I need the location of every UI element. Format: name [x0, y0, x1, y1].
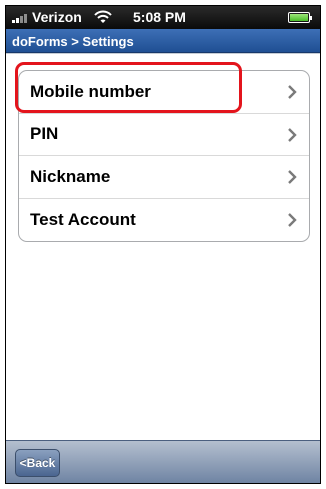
- battery-icon: [288, 12, 312, 23]
- wifi-icon: [94, 10, 112, 23]
- settings-item-pin[interactable]: PIN: [19, 114, 309, 156]
- carrier-name: Verizon: [32, 9, 82, 25]
- clock: 5:08 PM: [133, 9, 186, 25]
- chevron-right-icon: [288, 212, 297, 227]
- settings-content: Mobile number PIN Nickname Test Account: [6, 54, 320, 442]
- phone-screen: Verizon 5:08 PM doForms > Settings Mobil…: [5, 5, 321, 484]
- chevron-right-icon: [288, 170, 297, 184]
- breadcrumb: doForms > Settings: [12, 34, 134, 49]
- bottom-toolbar: <Back: [6, 440, 320, 483]
- settings-item-label: Test Account: [30, 209, 136, 229]
- chevron-right-icon: [288, 127, 297, 142]
- signal-icon: [12, 13, 30, 23]
- settings-list: Mobile number PIN Nickname Test Account: [18, 70, 310, 242]
- settings-item-label: PIN: [30, 124, 59, 144]
- status-bar: Verizon 5:08 PM: [6, 6, 320, 29]
- settings-item-label: Nickname: [30, 166, 111, 186]
- header-bar: doForms > Settings: [6, 29, 320, 53]
- chevron-right-icon: [288, 85, 297, 99]
- settings-item-label: Mobile number: [30, 81, 151, 101]
- settings-item-mobile-number[interactable]: Mobile number: [19, 71, 309, 114]
- settings-item-test-account[interactable]: Test Account: [19, 199, 309, 242]
- settings-item-nickname[interactable]: Nickname: [19, 156, 309, 199]
- back-button[interactable]: <Back: [15, 449, 60, 477]
